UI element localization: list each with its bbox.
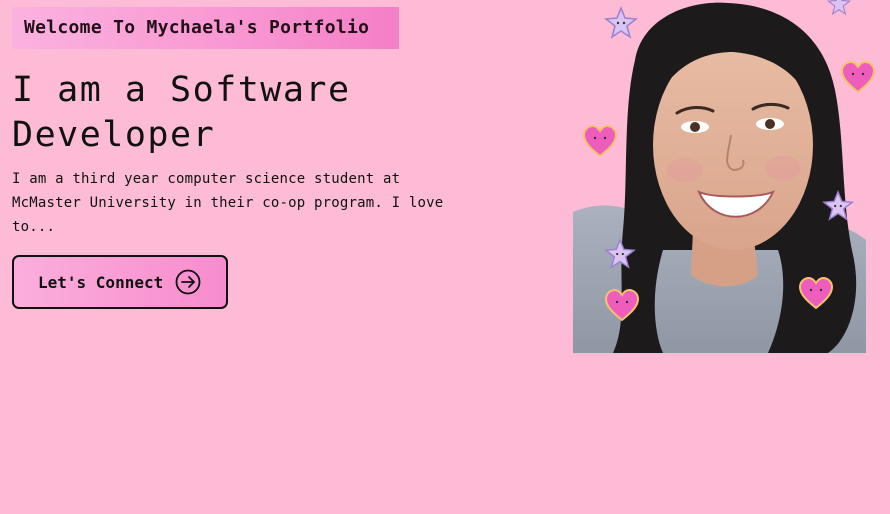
lets-connect-label: Let's Connect [38, 272, 164, 292]
page-headline: I am a Software Developer [12, 70, 351, 155]
intro-paragraph: I am a third year computer science stude… [12, 171, 444, 235]
arrow-right-circle-icon [175, 269, 201, 295]
star-icon [822, 190, 854, 221]
profile-portrait [566, 0, 890, 356]
star-icon [604, 6, 638, 39]
heart-icon [582, 124, 618, 158]
portfolio-welcome-badge: Welcome To Mychaela's Portfolio [12, 7, 399, 49]
star-icon [827, 0, 851, 16]
heart-icon [798, 276, 834, 310]
heart-icon [840, 60, 876, 94]
lets-connect-button[interactable]: Let's Connect [12, 255, 228, 309]
heart-icon [604, 288, 640, 322]
star-icon [604, 238, 636, 269]
